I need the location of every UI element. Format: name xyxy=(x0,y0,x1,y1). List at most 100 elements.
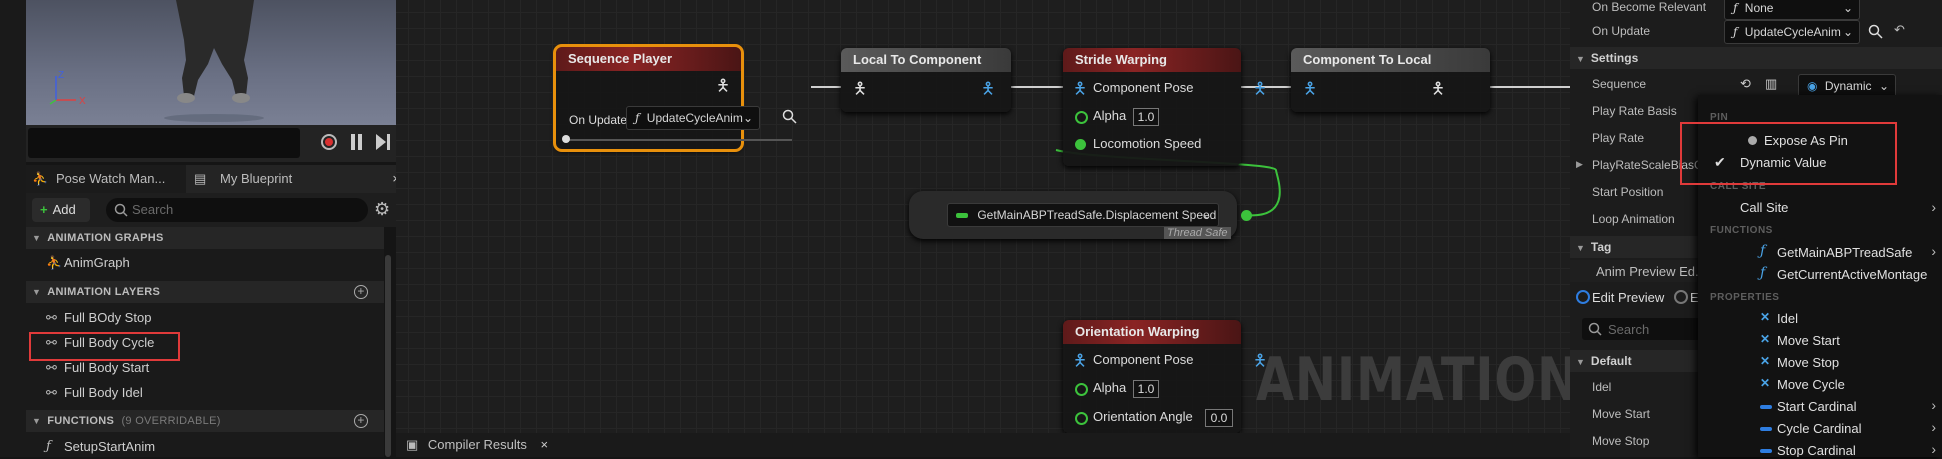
alpha-pin-icon[interactable] xyxy=(1075,111,1088,124)
chevron-right-icon: › xyxy=(1931,397,1936,413)
node-component-to-local[interactable]: Component To Local 🯅 🯅 xyxy=(1291,48,1490,112)
pose-input-icon[interactable]: 🯅 xyxy=(853,78,867,105)
expand-arrow-icon[interactable]: ▶ xyxy=(1576,159,1583,170)
search-icon xyxy=(114,203,128,217)
alpha-value-input[interactable]: 1.0 xyxy=(1133,380,1159,398)
pose-output-icon[interactable]: 🯅 xyxy=(981,78,995,105)
plus-icon: + xyxy=(40,202,48,217)
node-property-getter[interactable]: GetMainABPTreadSafe.Displacement Speed ⌄… xyxy=(909,191,1252,239)
add-button[interactable]: + Add xyxy=(32,198,90,222)
row-label: Move Start xyxy=(1592,407,1651,421)
pose-output-icon[interactable]: 🯅 xyxy=(1431,78,1445,105)
function-icon: ƒ xyxy=(46,439,51,454)
search-icon xyxy=(1588,322,1602,336)
menu-item-function[interactable]: ƒ GetMainABPTreadSafe › xyxy=(1698,242,1942,262)
radio-label: Edit Preview xyxy=(1592,290,1665,305)
chevron-down-icon: ⌄ xyxy=(1842,1,1853,15)
pause-button[interactable] xyxy=(350,134,364,150)
menu-label: Move Start xyxy=(1777,333,1840,348)
variable-pill-icon xyxy=(1760,427,1772,431)
menu-item-property[interactable]: Stop Cardinal › xyxy=(1698,440,1942,457)
menu-item-property[interactable]: ✕ Idel xyxy=(1698,308,1942,328)
section-settings[interactable]: ▼ Settings xyxy=(1570,47,1942,69)
timeline-scrubber[interactable] xyxy=(28,128,300,158)
section-animation-graphs[interactable]: ▼ ANIMATION GRAPHS xyxy=(26,227,384,249)
menu-label: Cycle Cardinal xyxy=(1777,421,1862,436)
binding-icon[interactable]: ⟲ xyxy=(1740,76,1751,92)
record-button[interactable] xyxy=(321,134,337,150)
speed-pin-icon[interactable] xyxy=(1075,139,1086,150)
combo-value: Dynamic xyxy=(1824,79,1872,93)
property-combo[interactable]: GetMainABPTreadSafe.Displacement Speed ⌄ xyxy=(947,203,1219,227)
pose-output-icon[interactable]: 🯅 xyxy=(1253,78,1267,105)
add-layer-icon[interactable]: + xyxy=(354,285,368,299)
edit-preview-radio[interactable] xyxy=(1576,290,1590,304)
pose-input-icon[interactable]: 🯅 xyxy=(1303,78,1317,105)
svg-text:Z: Z xyxy=(58,70,64,81)
item-label: Full BOdy Stop xyxy=(64,310,152,325)
component-pose-pin-icon[interactable]: 🯅 xyxy=(1073,78,1087,105)
menu-item-function[interactable]: ƒ GetCurrentActiveMontage xyxy=(1698,264,1942,284)
reset-arrow-icon[interactable]: ↶ xyxy=(1894,22,1905,38)
list-item-layer[interactable]: ⚯ Full BOdy Stop xyxy=(26,306,384,330)
gear-icon[interactable]: ⚙ xyxy=(374,200,390,218)
pose-output-icon[interactable]: 🯅 xyxy=(716,75,730,102)
section-animation-layers[interactable]: ▼ ANIMATION LAYERS + xyxy=(26,281,384,303)
menu-item-property[interactable]: Start Cardinal › xyxy=(1698,396,1942,416)
angle-pin-icon[interactable] xyxy=(1075,412,1088,425)
alpha-pin-icon[interactable] xyxy=(1075,383,1088,396)
dynamic-icon: ◉ xyxy=(1807,79,1818,93)
browse-icon[interactable]: ▥ xyxy=(1765,76,1777,92)
compiler-results-bar: ▣ Compiler Results × xyxy=(396,433,1570,457)
menu-item-property[interactable]: Cycle Cardinal › xyxy=(1698,418,1942,438)
node-local-to-component[interactable]: Local To Component 🯅 🯅 xyxy=(841,48,1011,112)
close-icon[interactable]: × xyxy=(541,437,549,452)
menu-section-header: FUNCTIONS xyxy=(1710,225,1773,236)
search-icon[interactable] xyxy=(1868,24,1884,40)
playback-handle[interactable] xyxy=(562,135,570,143)
pin-label: Alpha xyxy=(1093,380,1127,395)
menu-item-property[interactable]: ✕ Move Stop xyxy=(1698,352,1942,372)
row-on-update: On Update ƒ UpdateCycleAnim ⌄ ↶ xyxy=(1570,18,1942,45)
pause-icon xyxy=(351,134,355,150)
record-icon xyxy=(325,138,333,146)
list-item-animgraph[interactable]: ⛹ AnimGraph xyxy=(26,251,384,275)
menu-item-property[interactable]: ✕ Move Start xyxy=(1698,330,1942,350)
section-label: ANIMATION LAYERS xyxy=(47,286,161,298)
blueprint-search-input[interactable]: Search xyxy=(106,198,368,222)
output-pin-icon[interactable] xyxy=(1241,210,1252,221)
other-preview-radio[interactable] xyxy=(1674,290,1688,304)
node-orientation-warping[interactable]: Orientation Warping 🯅 Component Pose 🯅 A… xyxy=(1063,320,1267,433)
tab-my-blueprint[interactable]: ▤ My Blueprint × xyxy=(186,165,406,193)
node-title: Sequence Player xyxy=(556,47,741,71)
function-icon: ƒ xyxy=(1760,265,1766,281)
pin-label: Orientation Angle xyxy=(1093,409,1193,424)
list-item-layer[interactable]: ⚯ Full Body Idel xyxy=(26,381,384,405)
add-label: Add xyxy=(52,202,76,217)
section-functions[interactable]: ▼ FUNCTIONS (9 OVERRIDABLE) + xyxy=(26,410,384,432)
step-forward-button[interactable] xyxy=(376,134,390,150)
menu-label: Idel xyxy=(1777,311,1798,326)
add-function-icon[interactable]: + xyxy=(354,414,368,428)
tab-compiler-results[interactable]: ▣ Compiler Results × xyxy=(406,433,558,457)
on-update-combo[interactable]: ƒ UpdateCycleAnim ⌄ xyxy=(1724,20,1860,44)
on-update-combo[interactable]: ƒ UpdateCycleAnim ⌄ xyxy=(626,106,760,130)
list-scrollbar[interactable] xyxy=(385,255,391,457)
list-item-function[interactable]: ƒ SetupStartAnim xyxy=(26,435,384,459)
search-icon[interactable] xyxy=(782,109,798,125)
preview-viewport[interactable]: X Z xyxy=(26,0,396,125)
section-label: Tag xyxy=(1590,240,1612,254)
node-stride-warping[interactable]: Stride Warping 🯅 Component Pose 🯅 Alpha … xyxy=(1063,48,1267,166)
chevron-right-icon: › xyxy=(1931,243,1936,259)
node-sequence-player[interactable]: Sequence Player 🯅 On Update ƒ UpdateCycl… xyxy=(553,44,797,152)
menu-item-property[interactable]: ✕ Move Cycle xyxy=(1698,374,1942,394)
alpha-value-input[interactable]: 1.0 xyxy=(1133,108,1159,126)
angle-value-input[interactable]: 0.0 xyxy=(1205,409,1233,427)
collapse-arrow-icon: ▼ xyxy=(1576,357,1585,367)
menu-label: Stop Cardinal xyxy=(1777,443,1856,457)
component-pose-pin-icon[interactable]: 🯅 xyxy=(1073,350,1087,377)
menu-item-call-site[interactable]: Call Site › xyxy=(1698,198,1942,218)
on-become-relevant-combo[interactable]: ƒ None ⌄ xyxy=(1724,0,1860,20)
row-label: Start Position xyxy=(1592,185,1664,199)
menu-label: Move Cycle xyxy=(1777,377,1845,392)
